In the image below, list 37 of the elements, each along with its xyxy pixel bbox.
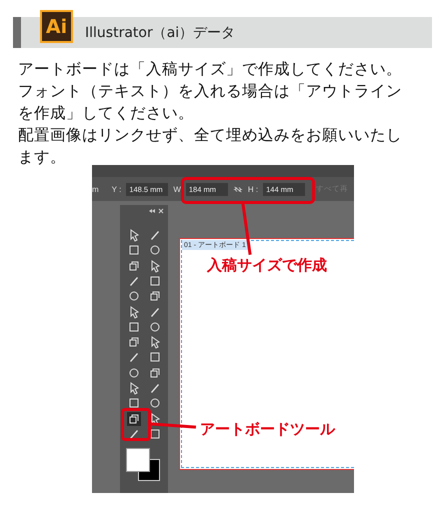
callout-text: 入稿サイズで作成	[207, 256, 327, 275]
y-label: Y :	[112, 184, 122, 194]
app-logo: Ai	[40, 10, 73, 43]
w-label: W	[173, 184, 181, 194]
tool-icon[interactable]	[127, 258, 141, 273]
tool-icon[interactable]	[148, 381, 162, 395]
tool-icon[interactable]	[127, 335, 141, 350]
tool-icon[interactable]	[148, 243, 162, 258]
panel-controls-icon[interactable]	[148, 208, 164, 214]
highlight-frame	[121, 408, 151, 441]
tool-icon[interactable]	[127, 396, 141, 410]
fill-swatch[interactable]	[126, 448, 150, 472]
header-accent	[13, 17, 21, 48]
tool-icon[interactable]	[148, 320, 162, 334]
tool-icon[interactable]	[127, 350, 141, 364]
unit-text: m	[92, 184, 99, 194]
tool-icon[interactable]	[127, 243, 141, 258]
instruction-text: ます。	[18, 147, 67, 168]
instruction-text: フォント（テキスト）を入れる場合は「アウトライン	[18, 81, 403, 102]
tool-icon[interactable]	[148, 426, 162, 441]
section-title: Illustrator（ai）データ	[85, 24, 236, 42]
tool-icon[interactable]	[127, 320, 141, 334]
tool-icon[interactable]	[148, 350, 162, 364]
tool-icon[interactable]	[148, 289, 162, 304]
tool-icon[interactable]	[148, 274, 162, 288]
tool-icon[interactable]	[148, 228, 162, 242]
callout-text: アートボードツール	[200, 420, 335, 439]
link-icon[interactable]	[232, 186, 243, 192]
tool-icon[interactable]	[148, 396, 162, 410]
tool-icon[interactable]	[127, 289, 141, 304]
tool-icon[interactable]	[148, 366, 162, 380]
h-label: H :	[248, 184, 258, 194]
instruction-text: アートボードは「入稿サイズ」で作成してください。	[18, 59, 403, 80]
tool-icon[interactable]	[127, 412, 141, 426]
instruction-text: を作成」してください。	[18, 103, 195, 124]
instruction-text: 配置画像はリンクせず、全て埋め込みをお願いいたし	[18, 125, 403, 146]
tool-icon[interactable]	[127, 366, 141, 380]
